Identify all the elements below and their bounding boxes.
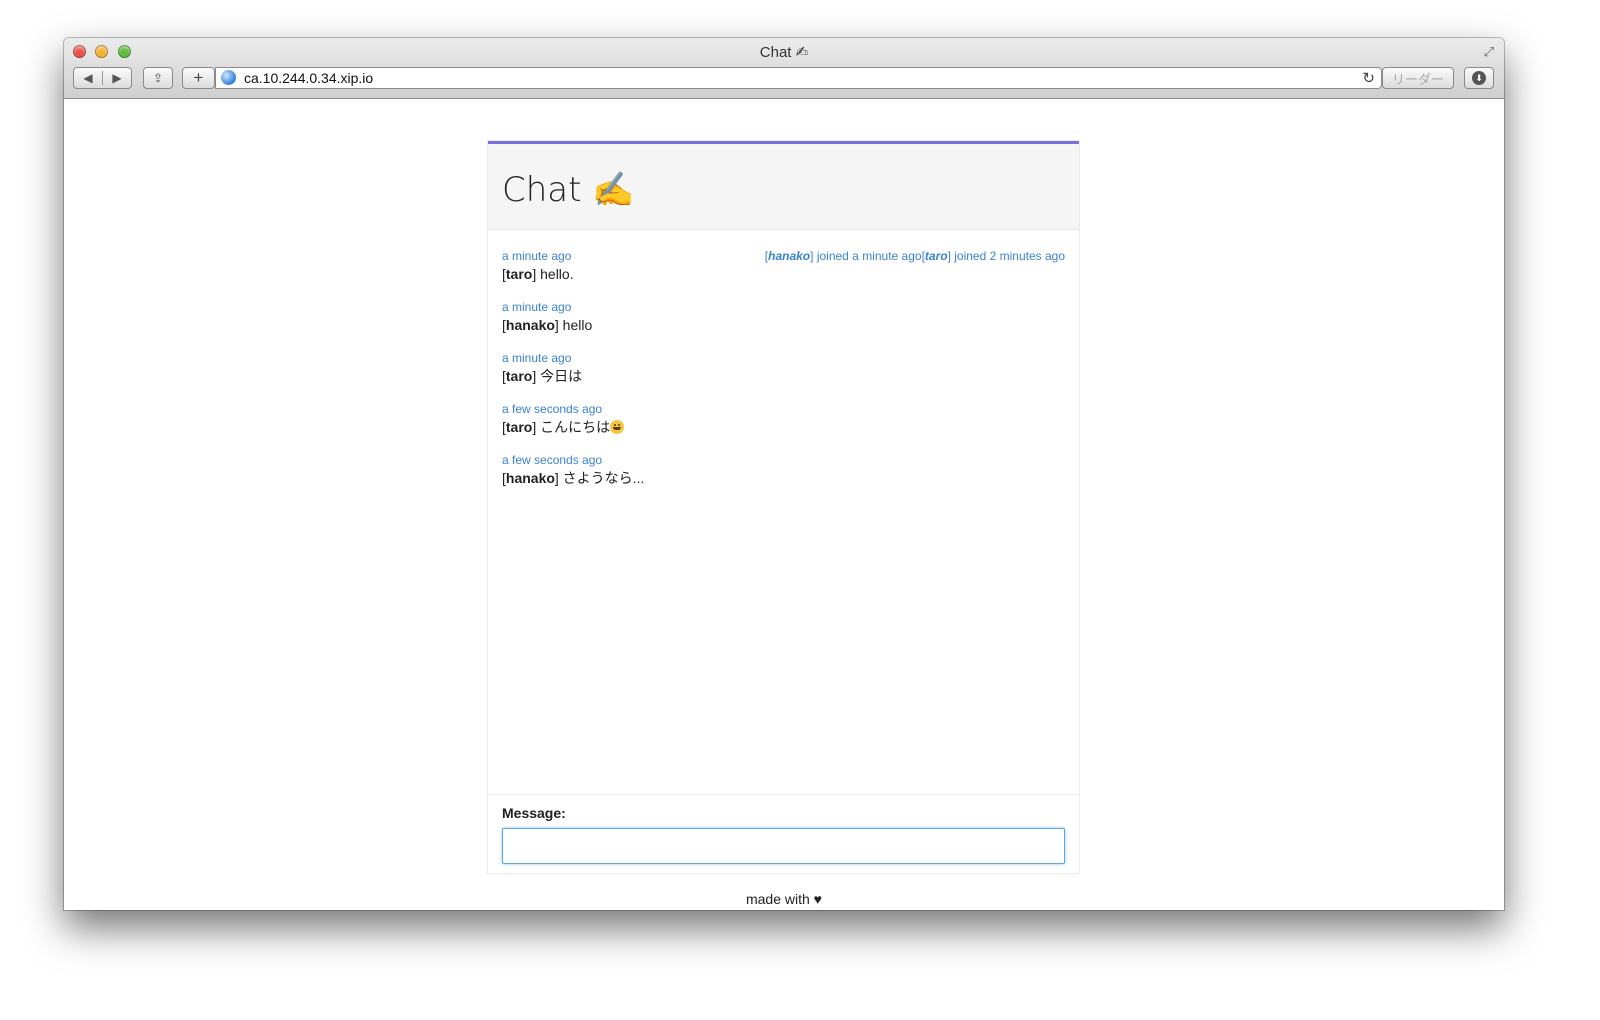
plus-icon: +	[193, 68, 204, 87]
globe-icon	[221, 70, 236, 85]
message-timestamp: a minute ago	[502, 300, 572, 314]
message-author: taro	[505, 266, 533, 282]
message-label: Message:	[502, 805, 566, 821]
message-line: [taro] 今日は	[502, 368, 583, 384]
share-button[interactable]: ⇪	[143, 67, 173, 89]
forward-arrow-icon[interactable]: ▶	[103, 71, 131, 85]
chat-panel: Chat ✍ a minute ago [taro] hello. a minu…	[488, 141, 1079, 873]
message-timestamp: a few seconds ago	[502, 453, 603, 467]
page-content: Chat ✍ a minute ago [taro] hello. a minu…	[64, 99, 1504, 910]
message-line: [hanako] さようなら...	[502, 470, 645, 486]
presence-list: [hanako] joined a minute ago[taro] joine…	[765, 248, 1065, 264]
message-composer: Message:	[488, 794, 1079, 874]
message-line: [hanako] hello	[502, 317, 593, 333]
message-item: a few seconds ago [taro] こんにちは	[502, 401, 1065, 437]
message-text: こんにちは	[536, 419, 611, 435]
message-item: a minute ago [taro] 今日は	[502, 350, 1065, 386]
smiley-emoji-icon	[610, 420, 625, 434]
presence-text: joined 2 minutes ago	[950, 249, 1065, 263]
message-item: a few seconds ago [hanako] さようなら...	[502, 452, 1065, 488]
browser-titlebar: Chat ✍ ⤢ ◀ ▶ ⇪ + ca.10.244.0.34.xip.io ↻…	[64, 38, 1504, 99]
presence-text: joined a minute ago	[813, 249, 922, 263]
message-line: [taro] hello.	[502, 266, 574, 282]
downloads-button[interactable]: ⬇	[1464, 67, 1494, 89]
message-text: 今日は	[536, 368, 583, 384]
add-bookmark-button[interactable]: +	[182, 67, 215, 89]
message-item: a minute ago [hanako] hello	[502, 299, 1065, 335]
message-author: hanako	[505, 470, 555, 486]
message-author: taro	[505, 368, 533, 384]
message-timestamp: a minute ago	[502, 351, 572, 365]
message-input[interactable]	[502, 828, 1065, 864]
message-line: [taro] こんにちは	[502, 417, 1065, 437]
presence-user: hanako	[768, 249, 811, 263]
presence-item: [hanako] joined a minute ago	[764, 249, 922, 263]
window-title: Chat ✍	[759, 44, 809, 61]
address-bar[interactable]: ca.10.244.0.34.xip.io ↻	[215, 67, 1382, 89]
message-author: hanako	[505, 317, 555, 333]
share-icon: ⇪	[152, 71, 164, 85]
message-author: taro	[505, 419, 533, 435]
page-title: Chat ✍	[502, 170, 635, 210]
reader-button[interactable]: リーダー	[1382, 67, 1454, 89]
fullscreen-icon[interactable]: ⤢	[1484, 44, 1494, 60]
browser-window: Chat ✍ ⤢ ◀ ▶ ⇪ + ca.10.244.0.34.xip.io ↻…	[64, 38, 1504, 910]
presence-user: taro	[924, 249, 948, 263]
message-list: a minute ago [taro] hello. a minute ago …	[502, 248, 1065, 788]
message-timestamp: a few seconds ago	[502, 402, 603, 416]
message-text: hello	[558, 317, 593, 333]
footer-text: made with ♥	[745, 891, 822, 907]
message-text: さようなら...	[558, 470, 645, 486]
message-text: hello.	[536, 266, 574, 282]
back-forward-group: ◀ ▶	[73, 67, 132, 89]
url-text[interactable]: ca.10.244.0.34.xip.io	[244, 70, 373, 86]
reload-icon[interactable]: ↻	[1362, 69, 1375, 87]
chat-header: Chat ✍	[488, 144, 1079, 230]
back-arrow-icon[interactable]: ◀	[74, 71, 103, 85]
presence-item: [taro] joined 2 minutes ago	[921, 249, 1065, 263]
download-icon: ⬇	[1472, 71, 1486, 85]
